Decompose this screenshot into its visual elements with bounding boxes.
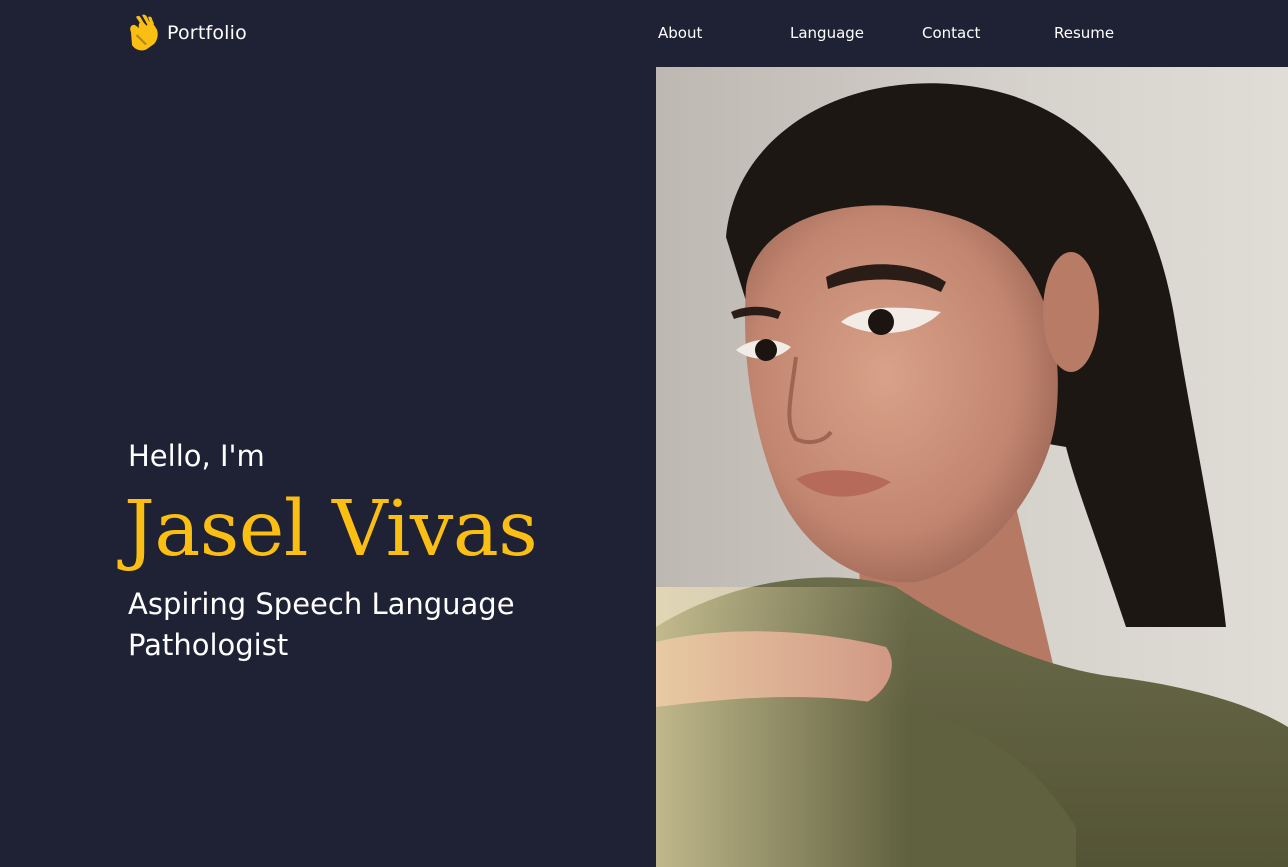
brand-logo-link[interactable]: Portfolio: [127, 14, 247, 52]
nav-resume-link[interactable]: Resume: [1054, 24, 1114, 42]
nav-contact-link[interactable]: Contact: [922, 24, 980, 42]
nav-about-link[interactable]: About: [658, 24, 702, 42]
nav-language-link[interactable]: Language: [790, 24, 864, 42]
brand-name: Portfolio: [167, 22, 247, 44]
hero-name: Jasel Vivas: [124, 485, 538, 574]
top-navbar: Portfolio About Language Contact Resume: [0, 0, 1288, 67]
hero-intro: Hello, I'm Jasel Vivas Aspiring Speech L…: [124, 436, 628, 666]
sign-language-hands-icon: [130, 14, 158, 51]
hero-role: Aspiring Speech Language Pathologist: [128, 587, 515, 662]
profile-portrait-image: [656, 67, 1288, 867]
hero-greeting: Hello, I'm: [128, 439, 265, 473]
